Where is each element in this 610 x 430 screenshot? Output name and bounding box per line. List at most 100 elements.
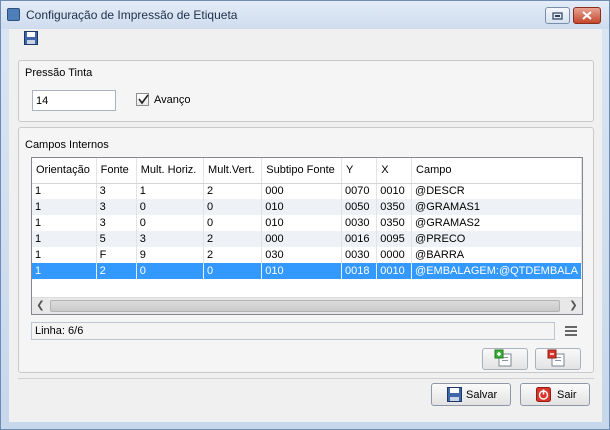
divider bbox=[18, 378, 594, 379]
table-row[interactable]: 1 3 0 0 010 0030 0350 @GRAMAS2 bbox=[32, 215, 582, 231]
toolbar-save-button[interactable] bbox=[24, 31, 38, 45]
close-button[interactable] bbox=[573, 7, 601, 24]
salvar-button[interactable]: Salvar bbox=[431, 383, 511, 406]
col-mult-horiz[interactable]: Mult. Horiz. bbox=[136, 158, 205, 184]
cell: 1 bbox=[32, 215, 97, 231]
cell: 0050 bbox=[341, 199, 378, 215]
status-bar: Linha: 6/6 bbox=[31, 322, 555, 340]
cell: 0000 bbox=[376, 247, 413, 263]
table-row[interactable]: 1 3 0 0 010 0050 0350 @GRAMAS1 bbox=[32, 199, 582, 215]
table-row-selected[interactable]: 1 2 0 0 010 0018 0010 @EMBALAGEM:@QTDEMBALA bbox=[32, 263, 582, 279]
cell: 2 bbox=[203, 247, 263, 263]
col-orientacao[interactable]: Orientação bbox=[32, 158, 97, 184]
cell: 0350 bbox=[376, 215, 413, 231]
status-text: Linha: 6/6 bbox=[35, 325, 84, 337]
scroll-right-icon[interactable]: ❯ bbox=[565, 298, 582, 314]
campos-table: Orientação Fonte Mult. Horiz. Mult.Vert.… bbox=[32, 158, 582, 279]
cell: 010 bbox=[261, 199, 343, 215]
cell: 010 bbox=[261, 215, 343, 231]
cell: 2 bbox=[203, 231, 263, 247]
minimize-button[interactable] bbox=[545, 7, 570, 24]
window-title: Configuração de Impressão de Etiqueta bbox=[26, 8, 238, 22]
cell: 000 bbox=[261, 231, 343, 247]
header-row: Orientação Fonte Mult. Horiz. Mult.Vert.… bbox=[32, 158, 582, 184]
cell: 9 bbox=[136, 247, 205, 263]
sair-button[interactable]: Sair bbox=[520, 383, 590, 406]
campos-grid[interactable]: Orientação Fonte Mult. Horiz. Mult.Vert.… bbox=[31, 157, 583, 315]
checkmark-icon bbox=[138, 94, 149, 105]
cell: 2 bbox=[203, 183, 263, 199]
menu-lines-icon[interactable] bbox=[565, 326, 577, 338]
pressao-input[interactable] bbox=[32, 90, 116, 111]
app-icon bbox=[7, 8, 20, 21]
cell: @GRAMAS2 bbox=[411, 215, 582, 231]
cell: 0350 bbox=[376, 199, 413, 215]
close-icon bbox=[582, 11, 592, 20]
campos-label: Campos Internos bbox=[25, 139, 109, 151]
col-subtipo-fonte[interactable]: Subtipo Fonte bbox=[261, 158, 343, 184]
cell: 0016 bbox=[341, 231, 378, 247]
cell: 5 bbox=[96, 231, 137, 247]
cell: 1 bbox=[32, 247, 97, 263]
cell: 0030 bbox=[341, 247, 378, 263]
scrollbar-thumb[interactable] bbox=[50, 300, 560, 312]
cell: 3 bbox=[96, 215, 137, 231]
table-row[interactable]: 1 F 9 2 030 0030 0000 @BARRA bbox=[32, 247, 582, 263]
power-icon bbox=[536, 387, 551, 402]
cell: 010 bbox=[261, 263, 343, 279]
cell: 0 bbox=[136, 199, 205, 215]
horizontal-scrollbar[interactable]: ❮ ❯ bbox=[32, 297, 582, 314]
campos-group: Campos Internos Orientação Fonte Mult. H… bbox=[18, 127, 594, 373]
cell: 3 bbox=[96, 199, 137, 215]
sair-label: Sair bbox=[557, 389, 577, 401]
cell: @DESCR bbox=[411, 183, 582, 199]
cell: @EMBALAGEM:@QTDEMBALA bbox=[411, 263, 582, 279]
scroll-left-icon[interactable]: ❮ bbox=[32, 298, 49, 314]
col-mult-vert[interactable]: Mult.Vert. bbox=[203, 158, 263, 184]
cell: 1 bbox=[32, 199, 97, 215]
col-campo[interactable]: Campo bbox=[411, 158, 582, 184]
floppy-disk-icon bbox=[447, 387, 462, 402]
cell: 0 bbox=[203, 215, 263, 231]
cell: 0070 bbox=[341, 183, 378, 199]
cell: 0 bbox=[136, 263, 205, 279]
cell: 1 bbox=[136, 183, 205, 199]
cell: 0 bbox=[136, 215, 205, 231]
cell: 3 bbox=[136, 231, 205, 247]
salvar-label: Salvar bbox=[466, 389, 498, 401]
col-fonte[interactable]: Fonte bbox=[96, 158, 137, 184]
pressao-label: Pressão Tinta bbox=[25, 67, 93, 79]
cell: 3 bbox=[96, 183, 137, 199]
cell: 0030 bbox=[341, 215, 378, 231]
dialog-body: Pressão Tinta Avanço Campos Internos Ori… bbox=[9, 29, 602, 422]
cell: 0010 bbox=[376, 263, 413, 279]
cell: 0 bbox=[203, 263, 263, 279]
app-window: Configuração de Impressão de Etiqueta Pr… bbox=[0, 0, 610, 430]
cell: 1 bbox=[32, 263, 97, 279]
cell: @BARRA bbox=[411, 247, 582, 263]
cell: 0095 bbox=[376, 231, 413, 247]
cell: 0018 bbox=[341, 263, 378, 279]
avanco-checkbox[interactable] bbox=[136, 93, 149, 106]
minimize-icon bbox=[552, 12, 563, 20]
floppy-disk-icon bbox=[24, 31, 38, 45]
table-row[interactable]: 1 3 1 2 000 0070 0010 @DESCR bbox=[32, 183, 582, 199]
col-y[interactable]: Y bbox=[341, 158, 378, 184]
cell: 0 bbox=[203, 199, 263, 215]
title-bar: Configuração de Impressão de Etiqueta bbox=[1, 1, 609, 29]
cell: 030 bbox=[261, 247, 343, 263]
avanco-label: Avanço bbox=[154, 94, 191, 106]
remove-row-icon bbox=[547, 349, 565, 367]
add-row-icon bbox=[494, 349, 512, 367]
cell: 0010 bbox=[376, 183, 413, 199]
remove-row-button[interactable] bbox=[535, 348, 581, 370]
cell: 000 bbox=[261, 183, 343, 199]
cell: F bbox=[96, 247, 137, 263]
cell: 1 bbox=[32, 231, 97, 247]
cell: @GRAMAS1 bbox=[411, 199, 582, 215]
table-row[interactable]: 1 5 3 2 000 0016 0095 @PRECO bbox=[32, 231, 582, 247]
col-x[interactable]: X bbox=[376, 158, 413, 184]
cell: @PRECO bbox=[411, 231, 582, 247]
cell: 1 bbox=[32, 183, 97, 199]
add-row-button[interactable] bbox=[482, 348, 528, 370]
